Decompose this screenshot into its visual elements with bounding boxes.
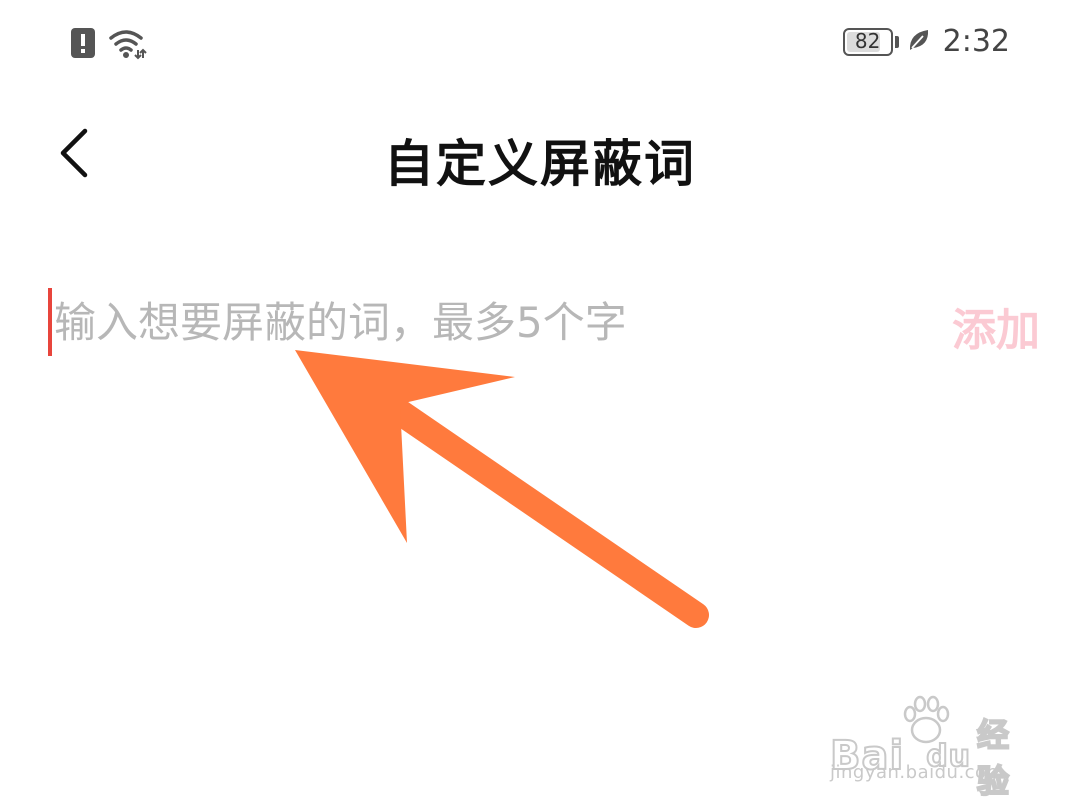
leaf-icon — [907, 27, 931, 57]
battery-cap — [894, 35, 899, 48]
add-button[interactable]: 添加 — [952, 294, 1040, 358]
status-bar: 82 2:32 — [0, 0, 1080, 90]
wifi-icon — [108, 26, 148, 64]
status-right-icons: 82 2:32 — [842, 24, 1010, 59]
notification-alert-icon — [70, 26, 96, 64]
battery-indicator: 82 — [842, 27, 893, 56]
input-row: 添加 — [0, 280, 1080, 360]
paw-icon — [903, 695, 950, 744]
page-title: 自定义屏蔽词 — [384, 135, 696, 193]
baidu-jingyan-watermark: Bai du 经验 jingyan.baidu.com — [826, 690, 1026, 801]
clock: 2:32 — [942, 24, 1010, 59]
watermark-url: jingyan.baidu.com — [830, 762, 1005, 783]
watermark-logo-cn: 经验 — [976, 715, 1011, 801]
block-word-input[interactable] — [54, 288, 914, 356]
text-caret — [48, 288, 52, 356]
header: 自定义屏蔽词 — [0, 110, 1080, 200]
battery-level: 82 — [854, 28, 881, 53]
status-left-icons — [70, 26, 148, 64]
